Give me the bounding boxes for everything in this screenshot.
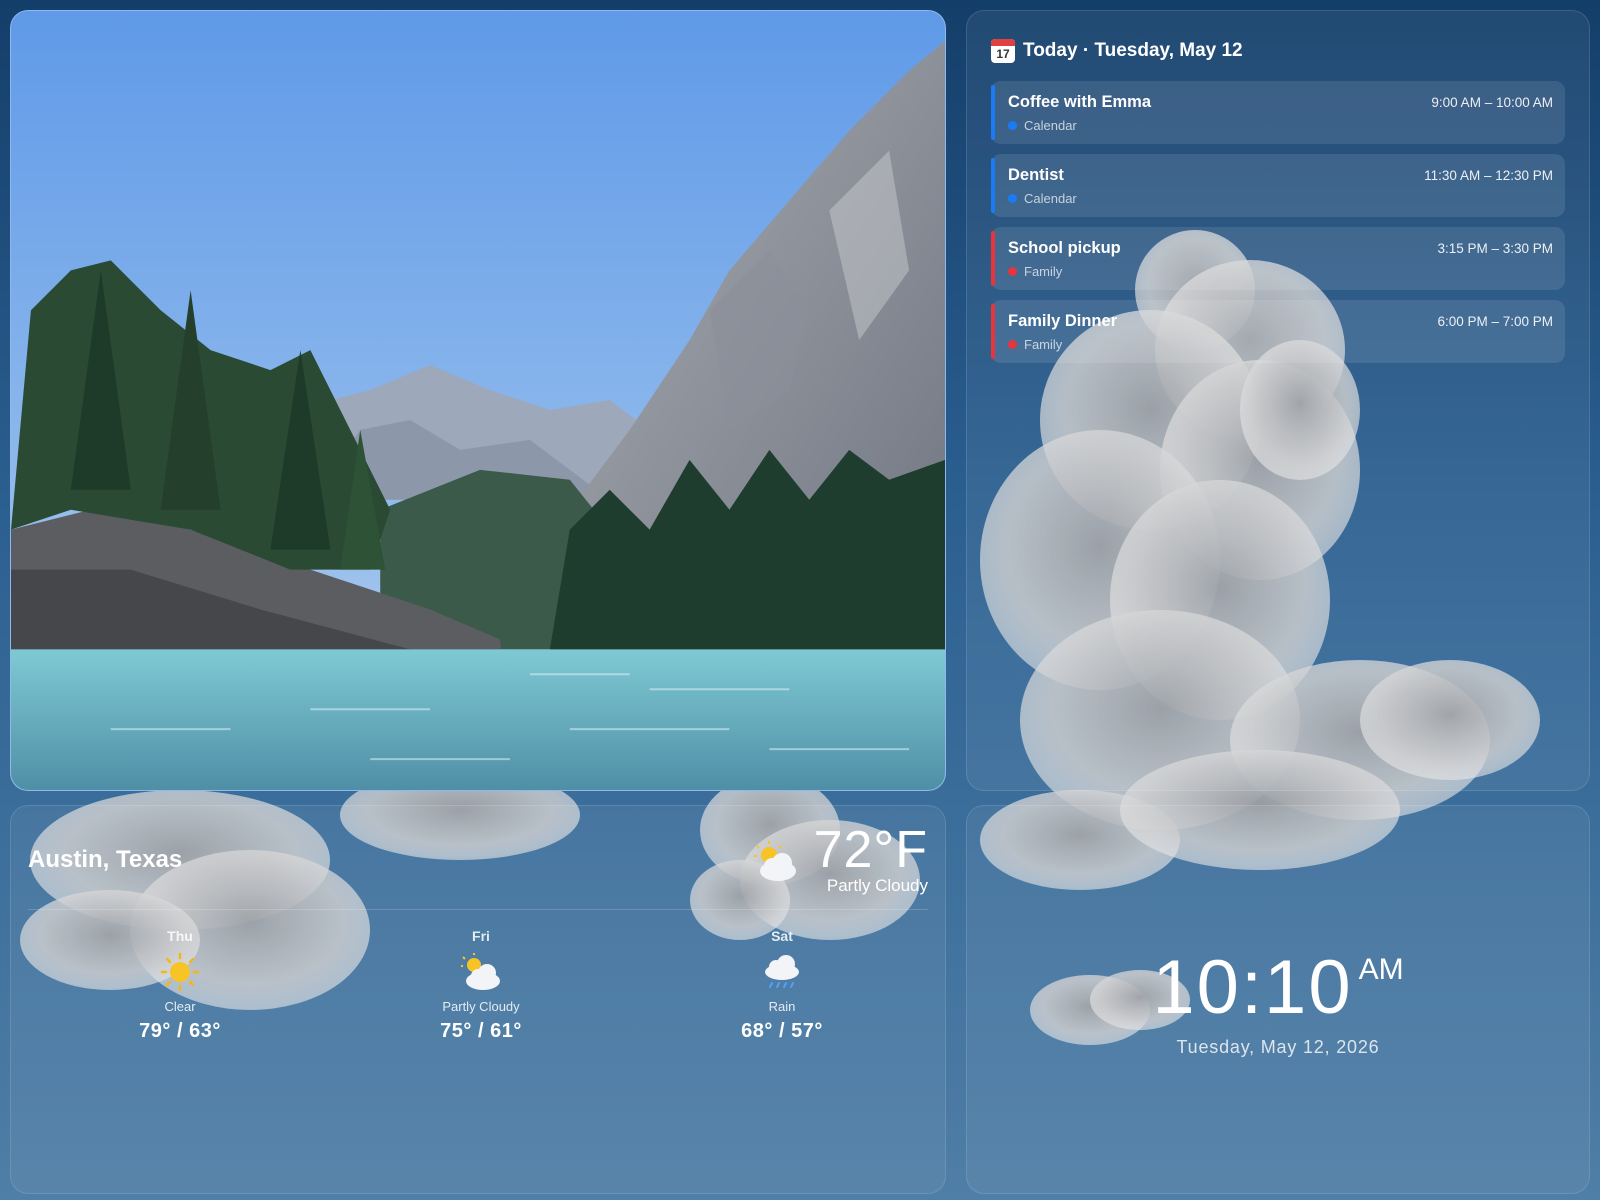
forecast-range: 68° / 57° xyxy=(741,1020,823,1042)
calendar-dot-icon xyxy=(1008,121,1017,130)
calendar-dot-icon xyxy=(1008,267,1017,276)
event-color-bar xyxy=(991,231,995,286)
event-color-bar xyxy=(991,158,995,213)
forecast-day-name: Sat xyxy=(771,928,793,944)
event-calendar-name: Calendar xyxy=(1024,191,1077,206)
forecast-condition: Rain xyxy=(768,999,796,1014)
clock-time: 10:10 xyxy=(1152,945,1353,1030)
event-calendar: Calendar xyxy=(1008,118,1553,133)
rain-icon xyxy=(765,955,799,988)
clock-date: Tuesday, May 12, 2026 xyxy=(1176,1037,1380,1057)
landscape-photo xyxy=(11,11,945,790)
forecast-day: Fri Partly Cloudy 75° / 61° xyxy=(401,928,561,1043)
event-calendar: Family xyxy=(1008,264,1553,279)
event-color-bar xyxy=(991,85,995,140)
event-time: 11:30 AM – 12:30 PM xyxy=(1424,168,1553,183)
forecast-day-name: Fri xyxy=(472,928,490,944)
event-calendar: Family xyxy=(1008,337,1553,352)
clock-widget: 10:10 AM Tuesday, May 12, 2026 xyxy=(966,805,1590,1194)
calendar-dot-icon xyxy=(1008,194,1017,203)
event-calendar: Calendar xyxy=(1008,191,1553,206)
event-time: 3:15 PM – 3:30 PM xyxy=(1437,241,1553,256)
event-time: 9:00 AM – 10:00 AM xyxy=(1431,95,1553,110)
forecast-day: Sat Rain 68° / 57° xyxy=(702,928,862,1043)
forecast-day: Thu Clear 79° / 63° xyxy=(100,928,260,1043)
calendar-header: 17 Today · Tuesday, May 12 xyxy=(991,39,1565,63)
weather-current: Austin, Texas 72°F Partly Cloudy xyxy=(28,806,928,910)
weather-current-temp: 72°F xyxy=(813,821,928,879)
forecast-condition: Clear xyxy=(164,999,196,1014)
event-item[interactable]: School pickup 3:15 PM – 3:30 PM Family xyxy=(991,227,1565,290)
forecast-range: 79° / 63° xyxy=(139,1020,221,1042)
weather-current-condition: Partly Cloudy xyxy=(826,876,928,895)
photo-frame[interactable] xyxy=(10,10,946,791)
sun-icon xyxy=(160,952,200,992)
event-color-bar xyxy=(991,304,995,359)
forecast-day-name: Thu xyxy=(167,928,193,944)
event-time: 6:00 PM – 7:00 PM xyxy=(1437,314,1553,329)
calendar-title: Today · Tuesday, May 12 xyxy=(1023,40,1243,61)
weather-city: Austin, Texas xyxy=(28,846,183,873)
event-calendar-name: Family xyxy=(1024,337,1063,352)
forecast-condition: Partly Cloudy xyxy=(442,999,520,1014)
weather-widget: Austin, Texas 72°F Partly Cloudy Thu Cle… xyxy=(10,805,946,1194)
calendar-dot-icon xyxy=(1008,340,1017,349)
clock-display: 10:10 AM xyxy=(967,944,1589,1031)
calendar-icon: 17 xyxy=(991,39,1015,63)
event-item[interactable]: Dentist 11:30 AM – 12:30 PM Calendar xyxy=(991,154,1565,217)
event-calendar-name: Family xyxy=(1024,264,1063,279)
event-calendar-name: Calendar xyxy=(1024,118,1077,133)
calendar-widget: 17 Today · Tuesday, May 12 Coffee with E… xyxy=(966,10,1590,791)
partly-cloudy-icon xyxy=(461,953,500,990)
event-item[interactable]: Coffee with Emma 9:00 AM – 10:00 AM Cale… xyxy=(991,81,1565,144)
event-item[interactable]: Family Dinner 6:00 PM – 7:00 PM Family xyxy=(991,300,1565,363)
clock-ampm: AM xyxy=(1358,953,1404,986)
forecast-range: 75° / 61° xyxy=(440,1020,522,1042)
partly-cloudy-icon xyxy=(754,841,796,881)
